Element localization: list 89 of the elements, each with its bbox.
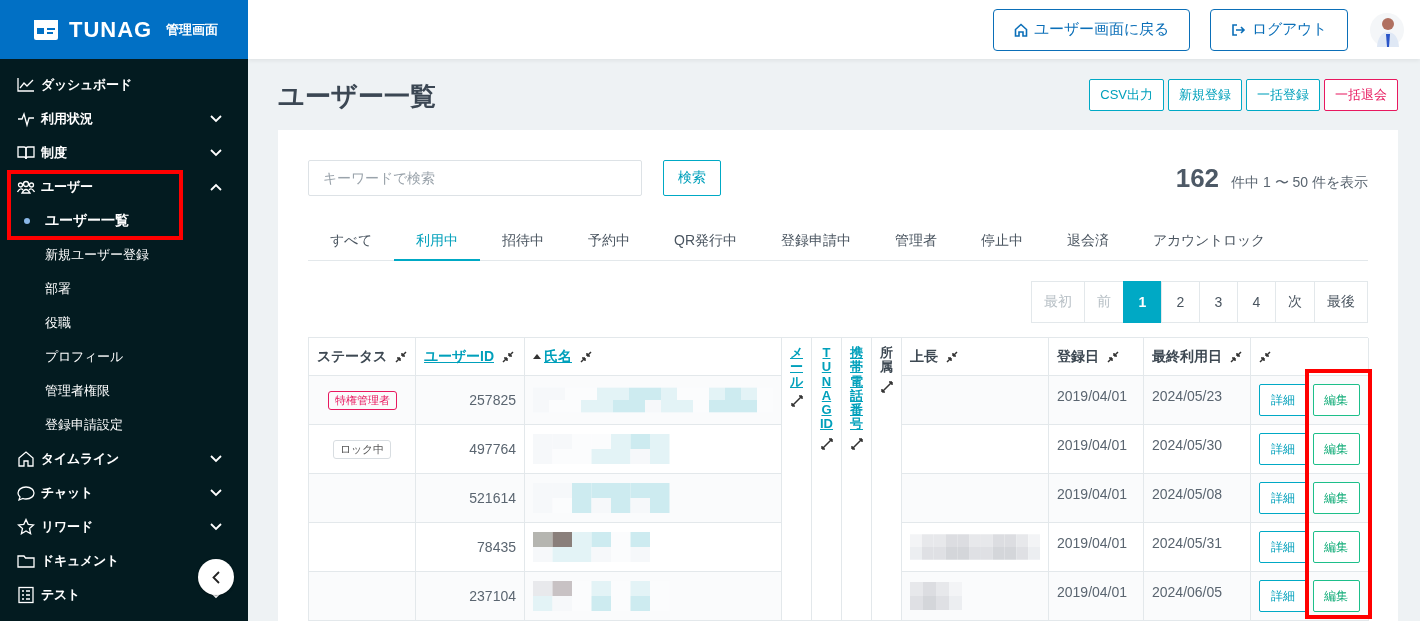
id-card-icon xyxy=(33,18,59,41)
date-text: 2019/04/01 xyxy=(1057,535,1128,551)
total-count: 162 xyxy=(1175,162,1220,194)
sidebar-subitem[interactable]: 登録申請設定 xyxy=(0,408,248,442)
logo-subtitle: 管理画面 xyxy=(166,20,219,39)
range-text: 件中 1 〜 50 件を表示 xyxy=(1231,173,1368,192)
users-icon xyxy=(17,178,35,196)
tab[interactable]: 予約中 xyxy=(566,224,652,261)
book-icon xyxy=(17,144,35,162)
sidebar-item[interactable]: テスト xyxy=(0,578,248,612)
column-header: 所属 xyxy=(880,346,893,375)
page-button[interactable]: 4 xyxy=(1237,281,1276,323)
sidebar-item[interactable]: チャット xyxy=(0,476,248,510)
date-text: 2024/05/30 xyxy=(1152,437,1223,453)
folder-icon xyxy=(17,552,35,570)
tab[interactable]: すべて xyxy=(308,224,394,261)
page-title: ユーザー一覧 xyxy=(278,80,437,113)
checklist-icon xyxy=(17,586,35,604)
date-text: 2019/04/01 xyxy=(1057,486,1128,502)
action-button[interactable]: 一括退会 xyxy=(1324,78,1398,111)
expand-icon xyxy=(820,437,833,450)
chart-icon xyxy=(17,76,35,94)
user-id: 521614 xyxy=(469,490,516,506)
column-header: 最終利用日 xyxy=(1152,347,1222,366)
sidebar-item[interactable]: ダッシュボード xyxy=(0,68,248,102)
compress-icon xyxy=(1230,350,1242,363)
date-text: 2024/05/08 xyxy=(1152,486,1223,502)
home-icon xyxy=(1014,22,1028,37)
sidebar-item[interactable]: ドキュメント xyxy=(0,544,248,578)
page-button[interactable]: 3 xyxy=(1199,281,1238,323)
expand-icon xyxy=(790,394,803,407)
expand-icon xyxy=(880,380,893,393)
page-button[interactable]: 2 xyxy=(1161,281,1200,323)
compress-icon xyxy=(502,350,514,363)
tab[interactable]: 停止中 xyxy=(959,224,1045,261)
chevron-left-icon xyxy=(212,570,220,584)
date-text: 2024/05/23 xyxy=(1152,388,1223,404)
pulse-icon xyxy=(17,110,35,128)
user-id: 78435 xyxy=(477,539,516,555)
sidebar-item[interactable]: タイムライン xyxy=(0,442,248,476)
compress-icon xyxy=(946,350,958,363)
page-button[interactable]: 最後 xyxy=(1314,281,1368,323)
sidebar-subitem[interactable]: 部署 xyxy=(0,272,248,306)
compress-icon xyxy=(395,350,407,363)
blurred-text-drawing xyxy=(910,582,962,610)
sort-indicator-icon xyxy=(533,354,541,359)
date-text: 2019/04/01 xyxy=(1057,437,1128,453)
tab[interactable]: QR発行中 xyxy=(652,224,759,261)
sidebar-item[interactable]: 制度 xyxy=(0,136,248,170)
compress-icon xyxy=(580,350,592,363)
compress-icon xyxy=(1259,350,1271,363)
brand-name: TUNAG xyxy=(69,16,153,43)
sidebar-item[interactable]: 利用状況 xyxy=(0,102,248,136)
sidebar-subitem[interactable]: 管理者権限 xyxy=(0,374,248,408)
tab[interactable]: 招待中 xyxy=(480,224,566,261)
date-text: 2024/05/31 xyxy=(1152,535,1223,551)
header-button[interactable]: ログアウト xyxy=(1210,8,1348,51)
user-id: 257825 xyxy=(469,392,516,408)
column-header: 登録日 xyxy=(1057,347,1099,366)
tab[interactable]: アカウントロック xyxy=(1131,224,1287,261)
collapse-sidebar-button[interactable] xyxy=(198,559,234,595)
star-icon xyxy=(17,518,35,536)
tab[interactable]: 登録申請中 xyxy=(759,224,873,261)
user-id: 237104 xyxy=(469,588,516,604)
page-button[interactable]: 次 xyxy=(1275,281,1315,323)
speech-bubble-icon xyxy=(17,484,35,502)
avatar-icon[interactable] xyxy=(1370,12,1404,47)
logout-icon xyxy=(1231,22,1246,37)
tab[interactable]: 退会済 xyxy=(1045,224,1131,261)
tab[interactable]: 管理者 xyxy=(873,224,959,261)
date-text: 2024/06/05 xyxy=(1152,584,1223,600)
date-text: 2019/04/01 xyxy=(1057,388,1128,404)
search-field[interactable]: キーワードで検索 xyxy=(308,160,642,196)
sidebar-item[interactable]: ユーザー xyxy=(0,170,248,204)
status-badge: ロック中 xyxy=(333,439,391,459)
date-text: 2019/04/01 xyxy=(1057,584,1128,600)
status-badge: 特権管理者 xyxy=(327,390,397,410)
compress-icon xyxy=(1107,350,1119,363)
home-icon xyxy=(17,450,35,468)
sidebar-subitem[interactable]: 新規ユーザー登録 xyxy=(0,238,248,272)
sidebar-subitem[interactable]: ユーザー一覧 xyxy=(0,204,248,238)
column-header: 上長 xyxy=(910,347,938,366)
user-id: 497764 xyxy=(469,441,516,457)
sidebar-item[interactable]: リワード xyxy=(0,510,248,544)
header-button[interactable]: ユーザー画面に戻る xyxy=(993,8,1190,51)
sidebar-subitem[interactable]: 役職 xyxy=(0,306,248,340)
sidebar-subitem[interactable]: プロフィール xyxy=(0,340,248,374)
column-header: ステータス xyxy=(317,347,387,366)
expand-icon xyxy=(850,437,863,450)
